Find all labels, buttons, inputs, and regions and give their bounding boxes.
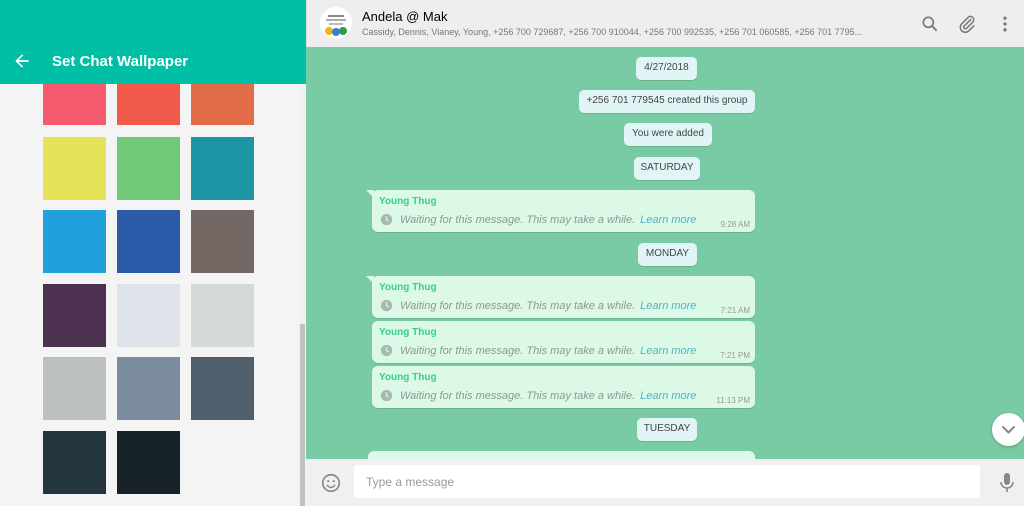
message-body: Waiting for this message. This may take … — [400, 345, 636, 357]
wallpaper-swatch[interactable] — [191, 84, 254, 125]
message-bubble[interactable]: Young Thug Waiting for this message. Thi… — [372, 366, 755, 408]
search-icon[interactable] — [920, 14, 940, 34]
wallpaper-swatch[interactable] — [43, 84, 106, 125]
message-body: Waiting for this message. This may take … — [400, 214, 636, 226]
wallpaper-swatch[interactable] — [43, 357, 106, 420]
message-body: Waiting for this message. This may take … — [400, 390, 636, 402]
wallpaper-swatch[interactable] — [117, 210, 180, 273]
date-badge: 4/27/2018 — [636, 57, 697, 80]
chevron-down-icon — [1002, 426, 1015, 434]
wallpaper-swatch[interactable] — [43, 284, 106, 347]
wallpaper-swatch[interactable] — [117, 137, 180, 200]
message-sender: Young Thug — [379, 282, 437, 293]
message-text: Waiting for this message. This may take … — [400, 345, 696, 357]
message-time: 11:13 PM — [716, 396, 750, 405]
wallpaper-panel-header: Set Chat Wallpaper — [0, 0, 306, 84]
wallpaper-swatch[interactable] — [117, 284, 180, 347]
learn-more-link[interactable]: Learn more — [640, 214, 696, 226]
more-vertical-icon[interactable] — [995, 14, 1015, 34]
message-bubble[interactable]: Young Thug Waiting for this message. Thi… — [372, 321, 755, 363]
message-sender: Young Thug — [379, 372, 437, 383]
group-avatar-image — [320, 7, 352, 39]
paperclip-icon[interactable] — [957, 14, 977, 34]
wallpaper-swatch[interactable] — [191, 284, 254, 347]
message-list[interactable]: 4/27/2018 +256 701 779545 created this g… — [306, 47, 1024, 459]
system-message: +256 701 779545 created this group — [579, 90, 755, 113]
wallpaper-swatch[interactable] — [117, 84, 180, 125]
wallpaper-swatch[interactable] — [43, 210, 106, 273]
wallpaper-swatch[interactable] — [43, 431, 106, 494]
conversation-panel: Andela @ Mak Cassidy, Dennis, Vianey, Yo… — [306, 0, 1024, 506]
clock-icon — [380, 213, 393, 226]
message-sender: Young Thug — [379, 196, 437, 207]
back-arrow-icon[interactable] — [12, 51, 32, 71]
group-members: Cassidy, Dennis, Vianey, Young, +256 700… — [362, 27, 863, 37]
bubble-tail — [366, 190, 374, 198]
wallpaper-swatch[interactable] — [191, 357, 254, 420]
composer-bar — [306, 459, 1024, 506]
message-time: 7:21 PM — [720, 351, 750, 360]
wallpaper-swatch[interactable] — [191, 210, 254, 273]
group-avatar[interactable] — [320, 7, 352, 39]
message-text: Waiting for this message. This may take … — [400, 300, 696, 312]
message-text: Waiting for this message. This may take … — [400, 214, 696, 226]
wallpaper-swatch[interactable] — [117, 357, 180, 420]
wallpaper-swatch[interactable] — [43, 137, 106, 200]
day-badge: TUESDAY — [637, 418, 697, 441]
app-window: Set Chat Wallpaper Andela @ Mak Cassidy,… — [0, 0, 1024, 506]
wallpaper-panel: Set Chat Wallpaper — [0, 0, 306, 506]
learn-more-link[interactable]: Learn more — [640, 300, 696, 312]
message-input[interactable] — [354, 465, 980, 498]
day-badge: SATURDAY — [634, 157, 700, 180]
scrollbar-thumb[interactable] — [300, 324, 305, 506]
message-bubble[interactable]: Young Thug Waiting for this message. Thi… — [366, 276, 755, 318]
message-body: Waiting for this message. This may take … — [400, 300, 636, 312]
smiley-icon[interactable] — [320, 472, 342, 494]
message-text: Waiting for this message. This may take … — [400, 390, 696, 402]
clock-icon — [380, 389, 393, 402]
clock-icon — [380, 344, 393, 357]
system-message: You were added — [624, 123, 712, 146]
panel-title: Set Chat Wallpaper — [52, 53, 189, 70]
microphone-icon[interactable] — [999, 472, 1015, 494]
wallpaper-swatch[interactable] — [117, 431, 180, 494]
message-bubble-partial[interactable] — [368, 451, 755, 459]
learn-more-link[interactable]: Learn more — [640, 345, 696, 357]
message-sender: Young Thug — [379, 327, 437, 338]
message-time: 7:21 AM — [720, 306, 750, 315]
message-time: 9:28 AM — [720, 220, 750, 229]
chat-header[interactable]: Andela @ Mak Cassidy, Dennis, Vianey, Yo… — [306, 0, 1024, 47]
learn-more-link[interactable]: Learn more — [640, 390, 696, 402]
bubble-tail — [366, 276, 374, 284]
message-bubble[interactable]: Young Thug Waiting for this message. Thi… — [366, 190, 755, 232]
day-badge: MONDAY — [638, 243, 697, 266]
wallpaper-swatch[interactable] — [191, 137, 254, 200]
clock-icon — [380, 299, 393, 312]
scroll-down-button[interactable] — [992, 413, 1024, 446]
group-name: Andela @ Mak — [362, 9, 448, 24]
